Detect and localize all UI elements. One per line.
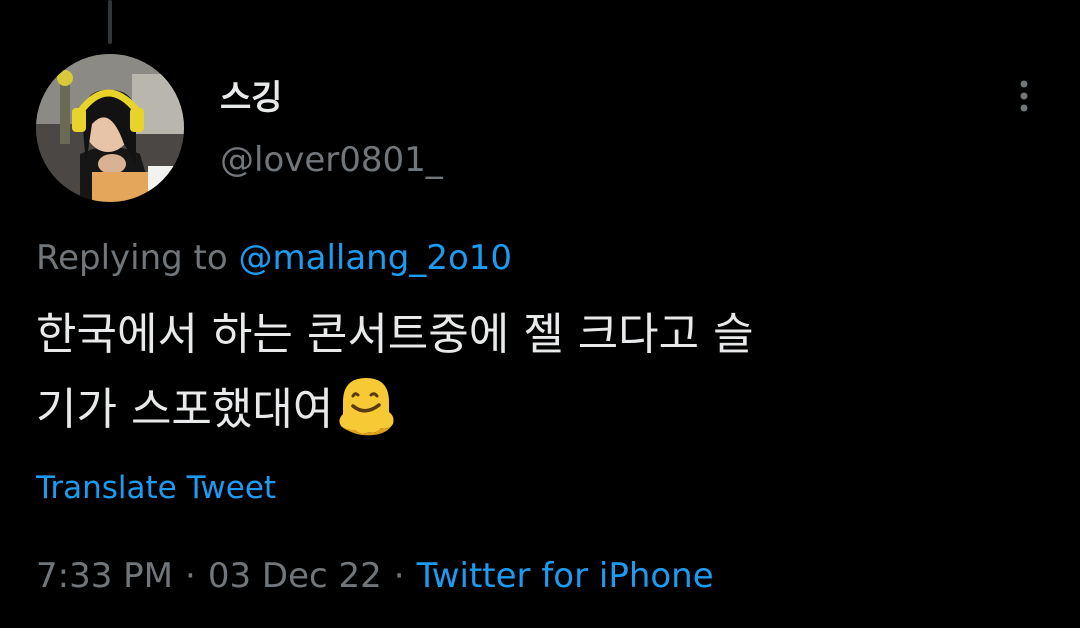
thread-connector-line — [108, 0, 112, 44]
replying-to-line: Replying to @mallang_2o10 — [36, 236, 512, 280]
tweet-body: 한국에서 하는 콘서트중에 젤 크다고 슬 기가 스포했대여 — [36, 298, 1046, 447]
tweet-time: 7:33 PM — [36, 556, 173, 596]
more-vertical-icon — [1020, 80, 1028, 112]
meta-separator: · — [393, 556, 405, 596]
author-handle[interactable]: @lover0801_ — [220, 140, 443, 180]
avatar[interactable] — [36, 54, 184, 202]
tweet-meta: 7:33 PM · 03 Dec 22 · Twitter for iPhone — [36, 554, 714, 598]
tweet-text-line-2: 기가 스포했대여 — [36, 372, 1046, 447]
more-options-button[interactable] — [1004, 76, 1044, 116]
translate-tweet-link[interactable]: Translate Tweet — [36, 468, 276, 508]
meta-separator: · — [185, 556, 196, 596]
avatar-image — [36, 54, 184, 202]
tweet-text-line-2-text: 기가 스포했대여 — [36, 384, 334, 435]
replying-to-prefix: Replying to — [36, 238, 228, 278]
tweet-text-line-1: 한국에서 하는 콘서트중에 젤 크다고 슬 — [36, 309, 754, 360]
author-display-name[interactable]: 스깅 — [220, 78, 283, 118]
tweet-date: 03 Dec 22 — [207, 556, 382, 596]
replying-to-mention-link[interactable]: @mallang_2o10 — [239, 238, 513, 278]
tweet-source-link[interactable]: Twitter for iPhone — [417, 556, 714, 596]
melting-face-emoji — [339, 378, 394, 436]
